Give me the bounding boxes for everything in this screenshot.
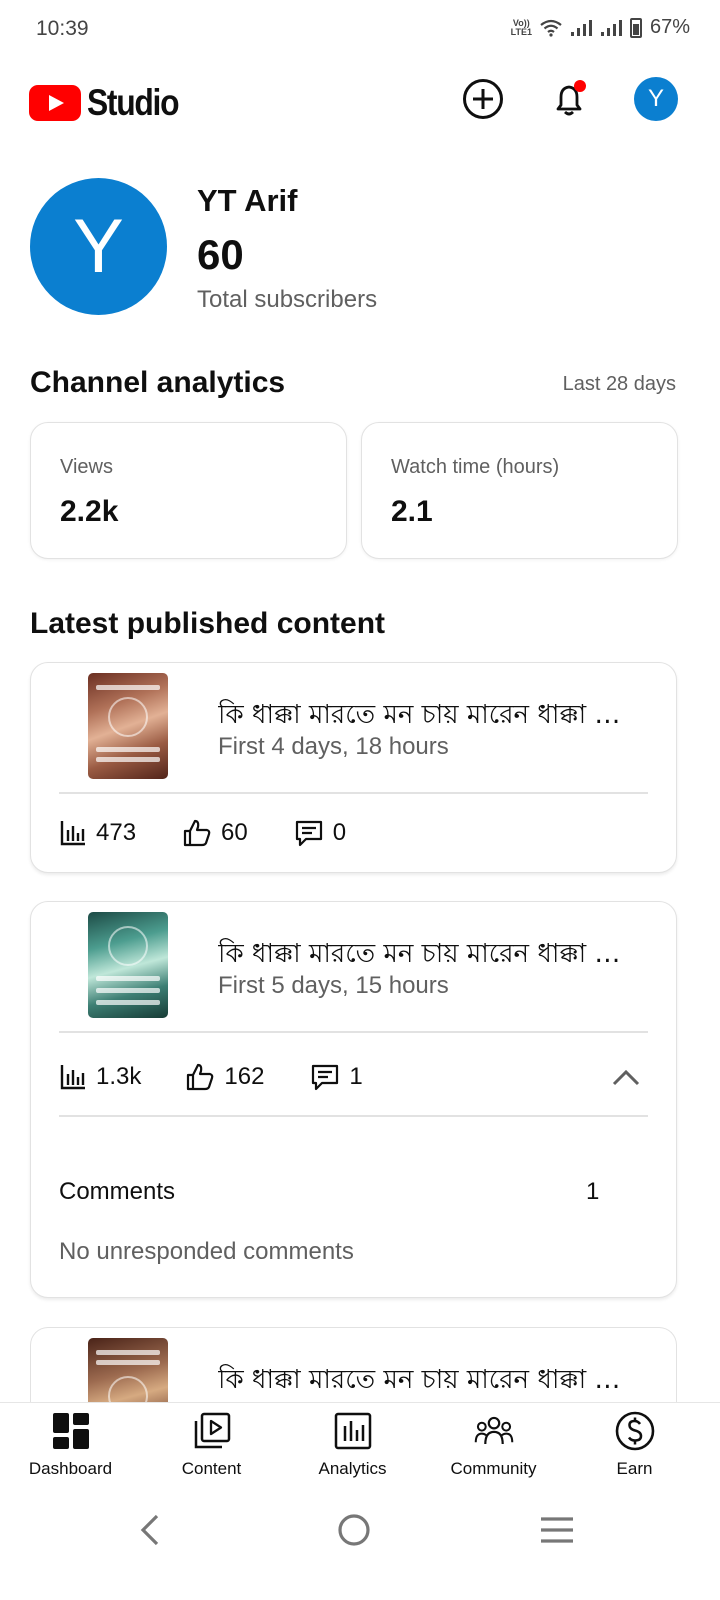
video-thumbnail[interactable]: [88, 673, 168, 779]
recents-button[interactable]: [527, 1510, 587, 1550]
battery-icon: [629, 17, 642, 38]
volte-indicator: Vo)) LTE1: [510, 17, 532, 37]
video-metrics: 1.3k 162 1: [59, 1062, 363, 1092]
unresponded-status: No unresponded comments: [59, 1238, 354, 1265]
comments-count: 1: [586, 1178, 600, 1205]
stat-label: Views: [60, 456, 113, 478]
comments-metric: 1: [310, 1062, 363, 1092]
analytics-period: Last 28 days: [562, 373, 676, 395]
status-icons: Vo)) LTE1 67%: [511, 16, 690, 39]
nav-label: Analytics: [318, 1459, 387, 1478]
home-circle-icon: [338, 1514, 370, 1546]
views-metric: 1.3k: [59, 1063, 141, 1091]
comment-icon: [295, 820, 322, 847]
youtube-play-icon: [29, 85, 81, 121]
app-header: Studio Y: [0, 70, 720, 130]
video-metrics: 473 60 0: [59, 818, 346, 848]
nav-dashboard[interactable]: Dashboard: [0, 1411, 141, 1491]
bar-chart-icon: [60, 821, 85, 846]
signal-icon-sim1: [570, 19, 592, 36]
comments-label: Comments: [59, 1178, 176, 1205]
likes-metric: 162: [185, 1062, 264, 1092]
video-age: First 5 days, 15 hours: [218, 972, 449, 999]
divider: [59, 1115, 648, 1117]
home-button[interactable]: [324, 1510, 384, 1550]
subscriber-label: Total subscribers: [197, 286, 378, 313]
nav-content[interactable]: Content: [141, 1411, 282, 1491]
nav-earn[interactable]: Earn: [564, 1411, 705, 1491]
divider: [59, 1031, 648, 1033]
status-time: 10:39: [36, 17, 89, 40]
analytics-title: Channel analytics: [30, 366, 286, 399]
back-icon: [140, 1514, 159, 1546]
nav-label: Community: [450, 1459, 537, 1478]
studio-logo[interactable]: Studio: [29, 82, 193, 124]
analytics-icon: [334, 1412, 371, 1450]
views-metric: 473: [59, 819, 136, 847]
battery-percent: 67%: [649, 16, 690, 38]
divider: [59, 792, 648, 794]
likes-metric: 60: [182, 818, 248, 848]
earn-icon: [615, 1411, 654, 1451]
status-bar: 10:39 Vo)) LTE1 67%: [0, 0, 720, 60]
stat-value: 2.1: [391, 495, 433, 528]
community-icon: [474, 1416, 513, 1445]
dashboard-icon: [52, 1413, 89, 1449]
comment-icon: [312, 1064, 339, 1091]
content-icon: [194, 1412, 230, 1449]
add-circle-icon: [463, 79, 503, 119]
nav-label: Content: [181, 1459, 242, 1478]
comments-metric: 0: [294, 818, 346, 848]
video-card[interactable]: কি ধাক্কা মারতে মন চায় মারেন ধাক্কা 😭..…: [30, 662, 677, 873]
signal-icon-sim2: [600, 19, 622, 36]
video-thumbnail[interactable]: [88, 912, 168, 1018]
wifi-icon: [540, 19, 562, 37]
watch-time-card[interactable]: Watch time (hours) 2.1: [361, 422, 678, 559]
create-button[interactable]: [460, 76, 506, 122]
bell-icon: [556, 80, 586, 116]
logo-text: Studio: [87, 82, 180, 123]
video-card-expanded[interactable]: কি ধাক্কা মারতে মন চায় মারেন ধাক্কা 😭..…: [30, 901, 677, 1298]
system-navigation: [0, 1490, 720, 1600]
thumbs-up-icon: [183, 819, 211, 847]
menu-lines-icon: [541, 1517, 573, 1543]
nav-label: Dashboard: [28, 1459, 113, 1478]
avatar: Y: [634, 77, 678, 121]
account-button[interactable]: Y: [633, 76, 679, 122]
bar-chart-icon: [60, 1065, 85, 1090]
nav-analytics[interactable]: Analytics: [282, 1411, 423, 1491]
thumbs-up-icon: [187, 1063, 214, 1091]
chevron-up-icon[interactable]: [610, 1062, 642, 1094]
back-button[interactable]: [120, 1510, 180, 1550]
nav-community[interactable]: Community: [423, 1411, 564, 1491]
video-title: কি ধাক্কা মারতে মন চায় মারেন ধাক্কা 😭..…: [218, 700, 638, 730]
video-title: কি ধাক্কা মারতে মন চায় মারেন ধাক্কা 😭..…: [218, 1365, 638, 1395]
latest-content-title: Latest published content: [30, 607, 386, 640]
video-title: কি ধাক্কা মারতে মন চায় মারেন ধাক্কা 😭..…: [218, 939, 638, 969]
bottom-navigation: Dashboard Content Analytics Community Ea…: [0, 1402, 720, 1490]
notifications-button[interactable]: [546, 76, 592, 122]
nav-label: Earn: [616, 1459, 653, 1478]
views-card[interactable]: Views 2.2k: [30, 422, 347, 559]
channel-avatar[interactable]: Y: [30, 178, 167, 315]
video-age: First 4 days, 18 hours: [218, 733, 449, 760]
stat-value: 2.2k: [60, 495, 119, 528]
channel-name: YT Arif: [197, 183, 298, 218]
stat-label: Watch time (hours): [391, 456, 560, 478]
subscriber-count: 60: [197, 231, 244, 278]
